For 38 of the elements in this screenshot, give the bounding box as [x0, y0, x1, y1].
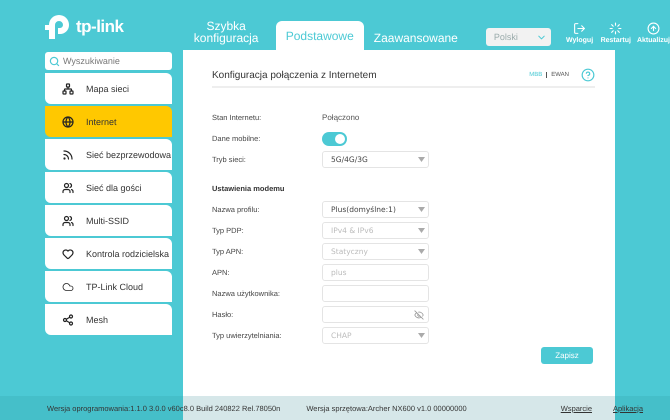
brand-name: tp-link: [76, 17, 124, 37]
nav-tab[interactable]: Szybka konfiguracja: [180, 18, 272, 50]
globe-icon: [62, 116, 74, 128]
network-map-icon: [62, 82, 74, 94]
save-button[interactable]: Zapisz: [541, 347, 593, 364]
sidebar-item[interactable]: Mapa sieci: [45, 73, 172, 104]
search-field[interactable]: Wyszukiwanie: [45, 52, 172, 70]
sidebar-item[interactable]: Kontrola rodzicielska: [45, 238, 172, 269]
toggle-switch[interactable]: [322, 132, 347, 146]
sidebar-item[interactable]: TP-Link Cloud: [45, 271, 172, 302]
dropdown-icon: [418, 157, 425, 162]
sidebar-item[interactable]: Mesh: [45, 304, 172, 335]
language-select[interactable]: Polski: [486, 28, 551, 46]
wireless-icon: [62, 148, 74, 160]
search-icon: [49, 56, 60, 66]
nav-tab[interactable]: Podstawowe: [276, 21, 364, 50]
sidebar-item[interactable]: Sieć dla gości: [45, 172, 172, 203]
users-icon: [62, 214, 74, 226]
cloud-icon: [62, 280, 74, 292]
help-icon[interactable]: [581, 68, 595, 82]
eye-off-icon[interactable]: [414, 310, 424, 320]
panel-title: Konfiguracja połączenia z Internetem: [212, 70, 377, 80]
dropdown-icon: [418, 249, 425, 254]
sidebar-item[interactable]: Internet: [45, 106, 172, 137]
status-value: Połączono: [322, 113, 360, 122]
dropdown-icon: [418, 333, 425, 338]
input-field[interactable]: [322, 285, 429, 302]
sidebar-item[interactable]: Multi-SSID: [45, 205, 172, 236]
users-icon: [62, 182, 74, 194]
spinner-icon: [609, 22, 622, 35]
nav-tab[interactable]: Zaawansowane: [368, 30, 464, 50]
sidebar-item[interactable]: Sieć bezprzewodowa: [45, 139, 172, 170]
logout-icon: [573, 22, 586, 35]
input-field[interactable]: [322, 306, 429, 323]
heart-icon: [62, 248, 74, 260]
mesh-icon: [62, 314, 74, 326]
dropdown-icon: [418, 228, 425, 233]
dropdown-icon: [418, 207, 425, 212]
